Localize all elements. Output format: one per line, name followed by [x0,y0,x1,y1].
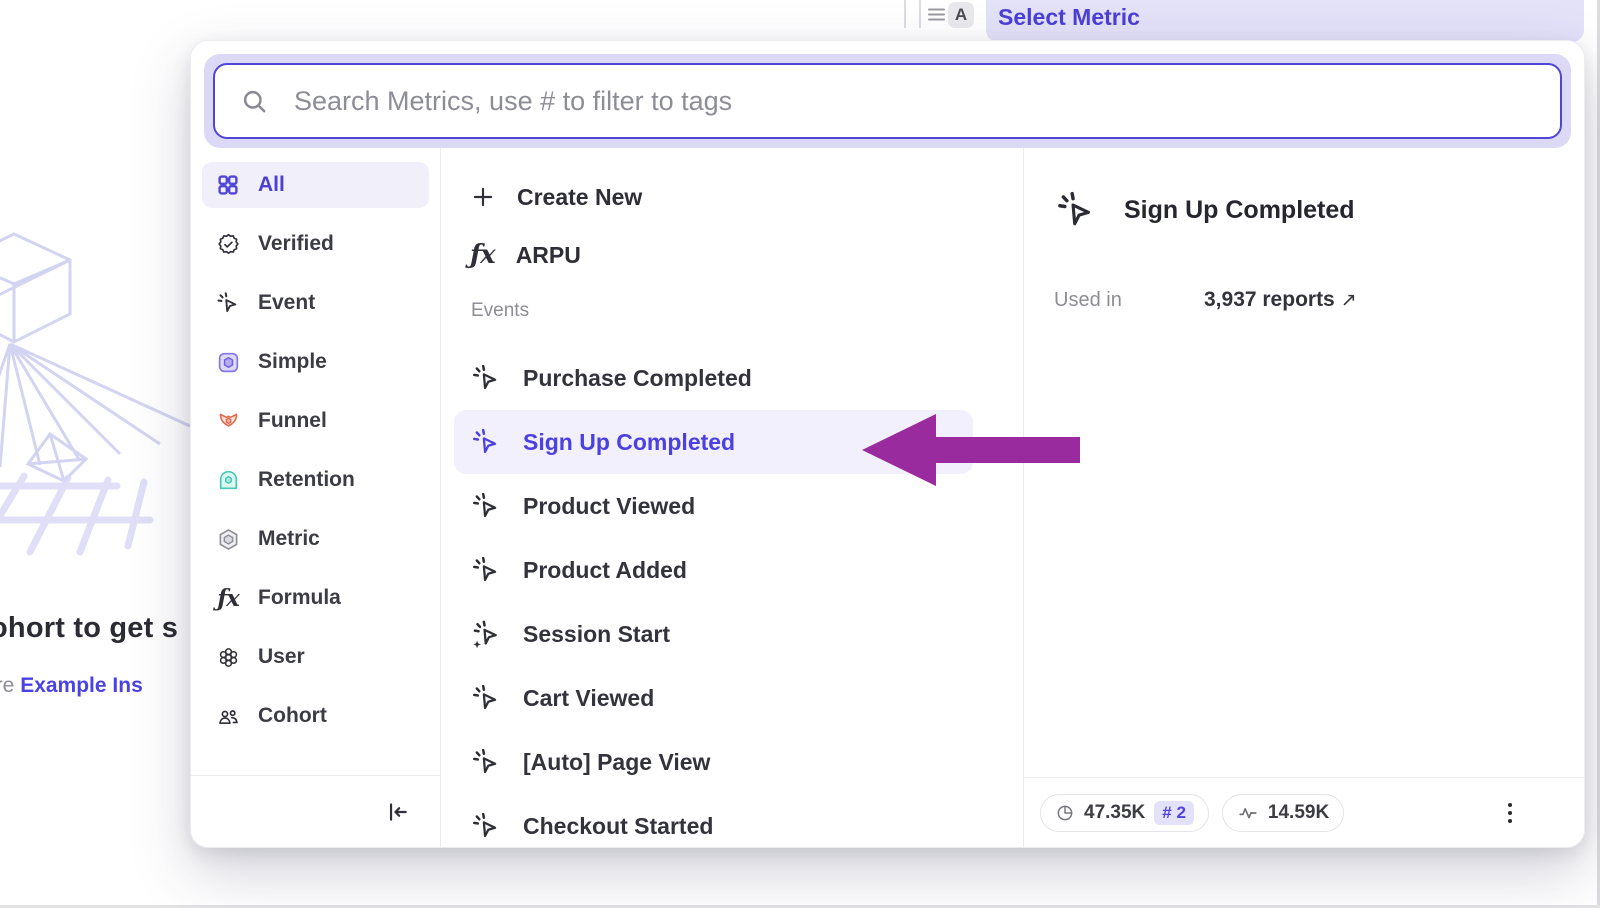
event-item-cart-viewed[interactable]: Cart Viewed [454,666,973,730]
detail-header: Sign Up Completed [1024,188,1584,232]
sidebar-item-retention[interactable]: Retention [202,457,429,503]
formula-item-arpu[interactable]: ƒx ARPU [454,226,1009,284]
sidebar-item-label: All [258,173,285,197]
unique-count-pill[interactable]: 14.59K [1222,794,1344,832]
retention-icon [215,467,241,493]
event-item-label: Sign Up Completed [523,429,735,456]
report-toolbar-fragment: A Select Metric [0,0,1600,42]
formula-fx-icon: ƒx [215,585,241,611]
event-item-session-start[interactable]: Session Start [454,602,973,666]
cohort-people-icon [215,703,241,729]
external-link-icon: ↗ [1341,289,1357,312]
drag-handle-icon[interactable] [928,6,945,23]
event-icon [470,746,502,778]
metric-type-list: All Verified Event [191,148,440,752]
event-item-label: Session Start [523,621,670,648]
sidebar-item-label: Metric [258,527,320,551]
plus-icon [470,184,496,210]
metric-detail-panel: Sign Up Completed Used in 3,937 reports … [1024,148,1584,847]
sidebar-item-metric[interactable]: Metric [202,516,429,562]
search-band [204,54,1571,148]
sidebar-item-verified[interactable]: Verified [202,221,429,267]
event-icon [470,362,502,394]
user-cluster-icon [215,644,241,670]
background-link-line: ore Example Ins [0,674,143,698]
background-headline-fragment: ohort to get s [0,612,178,645]
used-in-label: Used in [1054,289,1204,312]
formula-item-label: ARPU [516,242,581,269]
reports-link[interactable]: 3,937 reports [1204,288,1335,312]
event-star-icon [470,618,502,650]
sidebar-item-formula[interactable]: ƒx Formula [202,575,429,621]
sidebar-item-label: Simple [258,350,327,374]
used-in-row: Used in 3,937 reports ↗ [1024,288,1584,312]
event-icon [470,810,502,842]
event-item-product-added[interactable]: Product Added [454,538,973,602]
dialog-body: All Verified Event [191,148,1584,847]
verified-badge-icon [215,231,241,257]
event-item-label: Product Viewed [523,493,695,520]
collapse-sidebar-icon[interactable] [384,799,410,825]
metric-list-column: Create New ƒx ARPU Events Purchase Compl… [441,148,1024,847]
panel-divider [919,0,921,28]
unique-count-value: 14.59K [1268,802,1329,824]
event-icon [470,426,502,458]
example-insights-link[interactable]: Example Ins [20,674,143,697]
sidebar-footer [191,775,440,847]
select-metric-field[interactable]: Select Metric [986,0,1584,42]
create-new-label: Create New [517,184,642,211]
sidebar-item-label: Formula [258,586,341,610]
sidebar-item-label: Event [258,291,315,315]
annotation-arrow [862,414,1080,486]
sidebar-item-event[interactable]: Event [202,280,429,326]
sidebar-item-funnel[interactable]: Funnel [202,398,429,444]
grid-icon [215,172,241,198]
simple-icon [215,349,241,375]
detail-footer: 47.35K # 2 14.59K [1024,777,1584,847]
sidebar-item-cohort[interactable]: Cohort [202,693,429,739]
event-cursor-icon [215,290,241,316]
funnel-icon [215,408,241,434]
event-icon [470,490,502,522]
formula-fx-icon: ƒx [470,242,495,268]
detail-title: Sign Up Completed [1124,196,1355,225]
sidebar-item-user[interactable]: User [202,634,429,680]
total-count-pill[interactable]: 47.35K # 2 [1040,794,1209,832]
event-item-purchase-completed[interactable]: Purchase Completed [454,346,973,410]
sidebar-item-label: User [258,645,305,669]
series-a-badge[interactable]: A [948,2,974,28]
events-section-header: Events [471,300,1009,326]
sidebar-item-label: Verified [258,232,334,256]
more-options-icon[interactable] [1502,797,1518,829]
event-icon [1054,188,1098,232]
panel-divider [904,0,906,28]
metric-hexagon-icon [215,526,241,552]
pie-chart-icon [1055,803,1075,823]
event-icon [470,554,502,586]
event-item-label: Checkout Started [523,813,713,840]
search-input-wrap[interactable] [213,63,1562,139]
search-icon [241,88,268,115]
rank-badge: # 2 [1154,801,1194,825]
sidebar-item-label: Retention [258,468,355,492]
create-new-button[interactable]: Create New [454,168,1009,226]
decorative-wireframe-illustration [0,218,192,558]
total-count-value: 47.35K [1084,802,1145,824]
event-item-auto-page-view[interactable]: [Auto] Page View [454,730,973,794]
activity-pulse-icon [1237,802,1259,824]
sidebar-item-all[interactable]: All [202,162,429,208]
event-item-label: [Auto] Page View [523,749,710,776]
select-metric-label: Select Metric [998,4,1140,31]
search-input[interactable] [294,86,1534,117]
metric-type-sidebar: All Verified Event [191,148,441,847]
sidebar-item-label: Cohort [258,704,327,728]
event-item-label: Product Added [523,557,687,584]
sidebar-item-simple[interactable]: Simple [202,339,429,385]
sidebar-item-label: Funnel [258,409,327,433]
event-item-checkout-started[interactable]: Checkout Started [454,794,973,847]
event-item-label: Cart Viewed [523,685,654,712]
event-icon [470,682,502,714]
event-item-label: Purchase Completed [523,365,752,392]
background-link-prefix: ore [0,674,20,697]
